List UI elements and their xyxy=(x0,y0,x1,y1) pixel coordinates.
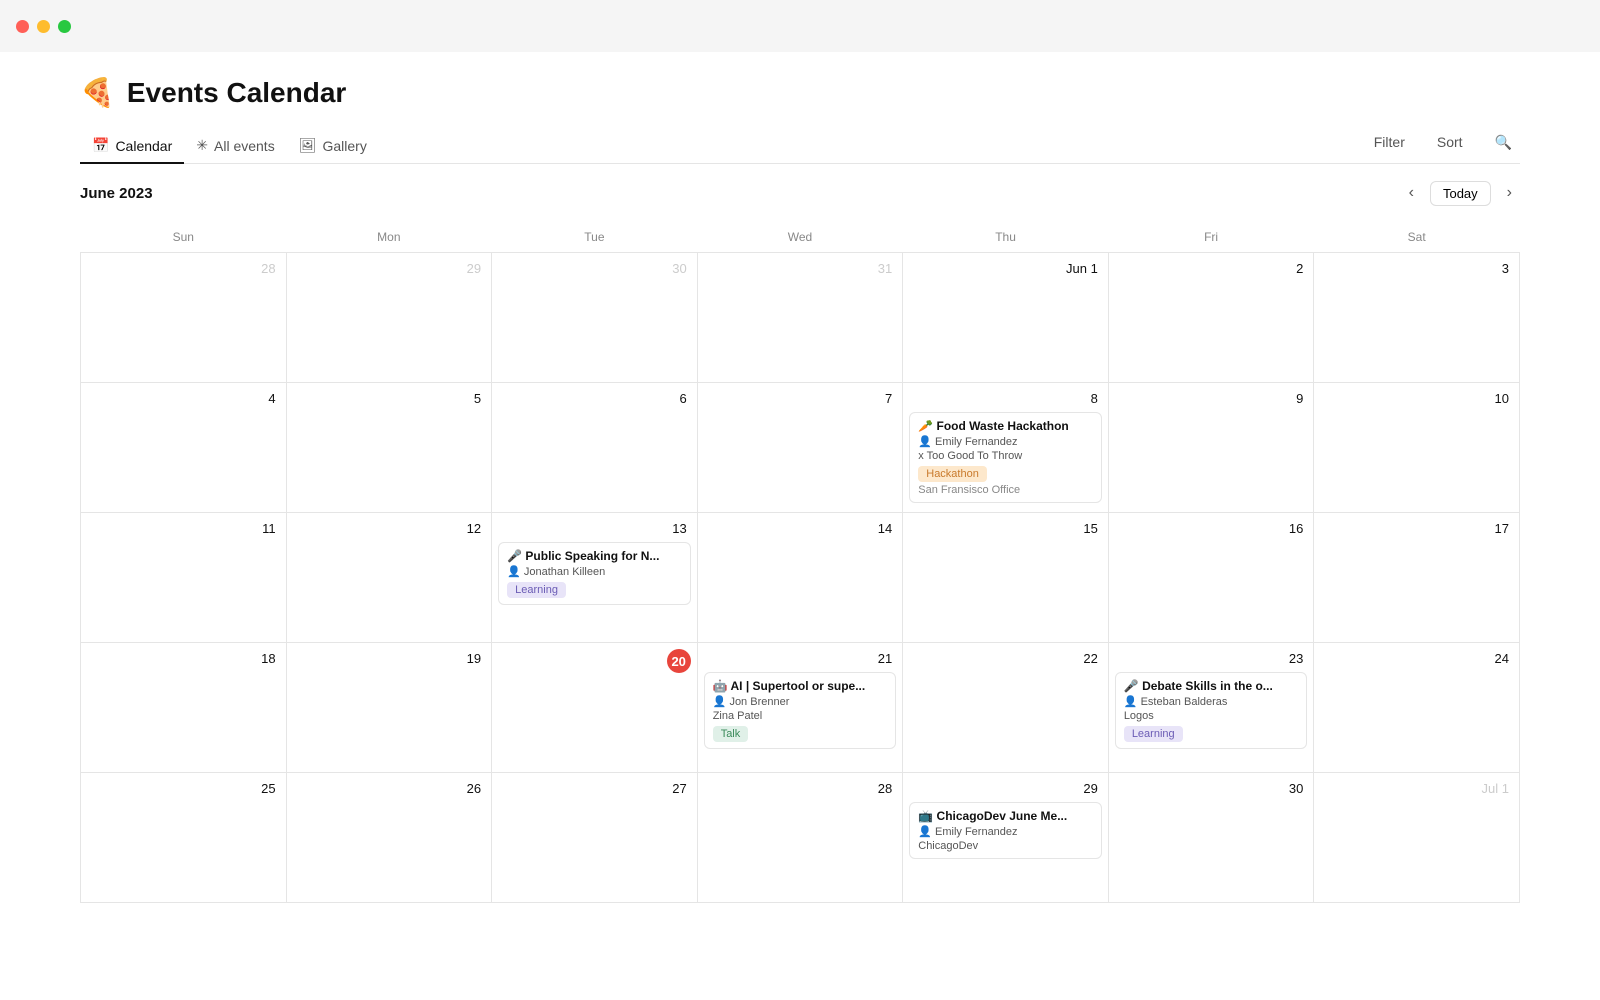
event-person: 👤 Emily Fernandez xyxy=(918,825,1093,838)
minimize-button[interactable] xyxy=(37,20,50,33)
calendar-cell[interactable]: Jun 1 xyxy=(903,253,1109,383)
calendar-cell[interactable]: 21🤖 AI | Supertool or supe...👤 Jon Brenn… xyxy=(697,643,903,773)
calendar-cell[interactable]: 9 xyxy=(1108,383,1314,513)
toolbar-right: Filter Sort 🔍 xyxy=(1366,130,1520,163)
calendar-cell[interactable]: 5 xyxy=(286,383,492,513)
tabs-bar: 📅 Calendar ✳ All events 🖼 Gallery Filter… xyxy=(80,129,1520,164)
day-header-sat: Sat xyxy=(1314,222,1520,253)
calendar-cell[interactable]: 4 xyxy=(81,383,287,513)
maximize-button[interactable] xyxy=(58,20,71,33)
next-month-button[interactable]: › xyxy=(1499,180,1520,206)
event-tag: Learning xyxy=(1124,726,1183,742)
event-card[interactable]: 📺 ChicagoDev June Me... 👤 Emily Fernandez… xyxy=(909,802,1102,859)
calendar-icon: 📅 xyxy=(92,137,109,154)
calendar-cell[interactable]: 8🥕 Food Waste Hackathon👤 Emily Fernandez… xyxy=(903,383,1109,513)
calendar-container: June 2023 ‹ Today › Sun Mon Tue Wed Thu … xyxy=(0,164,1600,903)
event-org: x Too Good To Throw xyxy=(918,450,1093,462)
app-title-row: 🍕 Events Calendar xyxy=(80,76,1520,109)
calendar-cell[interactable]: 31 xyxy=(697,253,903,383)
event-card[interactable]: 🤖 AI | Supertool or supe... 👤 Jon Brenner… xyxy=(704,672,897,749)
app-icon: 🍕 xyxy=(80,76,115,109)
event-title: 🥕 Food Waste Hackathon xyxy=(918,419,1093,433)
day-header-thu: Thu xyxy=(903,222,1109,253)
event-title: 🎤 Debate Skills in the o... xyxy=(1124,679,1299,693)
calendar-cell[interactable]: 2 xyxy=(1108,253,1314,383)
month-label: June 2023 xyxy=(80,185,153,202)
event-tag: Hackathon xyxy=(918,466,987,482)
calendar-cell[interactable]: 28 xyxy=(697,773,903,903)
calendar-cell[interactable]: 19 xyxy=(286,643,492,773)
gallery-icon: 🖼 xyxy=(299,137,317,154)
calendar-cell[interactable]: 6 xyxy=(492,383,698,513)
calendar-cell[interactable]: 16 xyxy=(1108,513,1314,643)
calendar-cell[interactable]: 24 xyxy=(1314,643,1520,773)
titlebar xyxy=(0,0,1600,52)
calendar-cell[interactable]: 7 xyxy=(697,383,903,513)
event-person: 👤 Esteban Balderas xyxy=(1124,695,1299,708)
calendar-cell[interactable]: 10 xyxy=(1314,383,1520,513)
event-person: 👤 Jon Brenner xyxy=(713,695,888,708)
app-header: 🍕 Events Calendar 📅 Calendar ✳ All event… xyxy=(0,52,1600,164)
event-title: 🎤 Public Speaking for N... xyxy=(507,549,682,563)
tab-gallery-label: Gallery xyxy=(322,138,366,154)
event-location: San Fransisco Office xyxy=(918,484,1093,496)
calendar-cell[interactable]: 29 xyxy=(286,253,492,383)
calendar-cell[interactable]: 23🎤 Debate Skills in the o...👤 Esteban B… xyxy=(1108,643,1314,773)
calendar-cell[interactable]: 30 xyxy=(492,253,698,383)
calendar-cell[interactable]: 18 xyxy=(81,643,287,773)
event-person: 👤 Jonathan Killeen xyxy=(507,565,682,578)
calendar-cell[interactable]: 12 xyxy=(286,513,492,643)
calendar-cell[interactable]: 27 xyxy=(492,773,698,903)
calendar-grid: Sun Mon Tue Wed Thu Fri Sat 28293031Jun … xyxy=(80,222,1520,903)
tab-calendar[interactable]: 📅 Calendar xyxy=(80,129,184,164)
calendar-cell[interactable]: 30 xyxy=(1108,773,1314,903)
calendar-cell[interactable]: 29📺 ChicagoDev June Me...👤 Emily Fernand… xyxy=(903,773,1109,903)
event-card[interactable]: 🥕 Food Waste Hackathon 👤 Emily Fernandez x… xyxy=(909,412,1102,503)
calendar-cell[interactable]: 20 xyxy=(492,643,698,773)
calendar-cell[interactable]: 3 xyxy=(1314,253,1520,383)
close-button[interactable] xyxy=(16,20,29,33)
day-header-mon: Mon xyxy=(286,222,492,253)
app-title: Events Calendar xyxy=(127,77,346,109)
day-header-sun: Sun xyxy=(81,222,287,253)
search-button[interactable]: 🔍 xyxy=(1487,130,1520,155)
event-person: 👤 Emily Fernandez xyxy=(918,435,1093,448)
event-tag: Talk xyxy=(713,726,749,742)
day-header-fri: Fri xyxy=(1108,222,1314,253)
calendar-cell[interactable]: 14 xyxy=(697,513,903,643)
event-card[interactable]: 🎤 Public Speaking for N... 👤 Jonathan Kil… xyxy=(498,542,691,605)
calendar-cell[interactable]: 11 xyxy=(81,513,287,643)
sort-button[interactable]: Sort xyxy=(1429,130,1471,154)
tab-all-events[interactable]: ✳ All events xyxy=(184,129,286,164)
today-button[interactable]: Today xyxy=(1430,181,1491,206)
calendar-cell[interactable]: 25 xyxy=(81,773,287,903)
event-org: Zina Patel xyxy=(713,710,888,722)
calendar-cell[interactable]: 26 xyxy=(286,773,492,903)
month-nav: June 2023 ‹ Today › xyxy=(80,164,1520,222)
event-org: ChicagoDev xyxy=(918,840,1093,852)
calendar-cell[interactable]: 13🎤 Public Speaking for N...👤 Jonathan K… xyxy=(492,513,698,643)
calendar-cell[interactable]: 28 xyxy=(81,253,287,383)
day-header-tue: Tue xyxy=(492,222,698,253)
event-title: 🤖 AI | Supertool or supe... xyxy=(713,679,888,693)
event-org: Logos xyxy=(1124,710,1299,722)
calendar-cell[interactable]: Jul 1 xyxy=(1314,773,1520,903)
calendar-cell[interactable]: 22 xyxy=(903,643,1109,773)
event-title: 📺 ChicagoDev June Me... xyxy=(918,809,1093,823)
nav-controls: ‹ Today › xyxy=(1401,180,1520,206)
tab-gallery[interactable]: 🖼 Gallery xyxy=(287,129,379,164)
event-card[interactable]: 🎤 Debate Skills in the o... 👤 Esteban Bal… xyxy=(1115,672,1308,749)
tab-calendar-label: Calendar xyxy=(115,138,172,154)
tab-all-events-label: All events xyxy=(214,138,275,154)
calendar-cell[interactable]: 15 xyxy=(903,513,1109,643)
day-header-wed: Wed xyxy=(697,222,903,253)
filter-button[interactable]: Filter xyxy=(1366,130,1413,154)
event-tag: Learning xyxy=(507,582,566,598)
prev-month-button[interactable]: ‹ xyxy=(1401,180,1422,206)
calendar-cell[interactable]: 17 xyxy=(1314,513,1520,643)
all-events-icon: ✳ xyxy=(196,137,208,154)
